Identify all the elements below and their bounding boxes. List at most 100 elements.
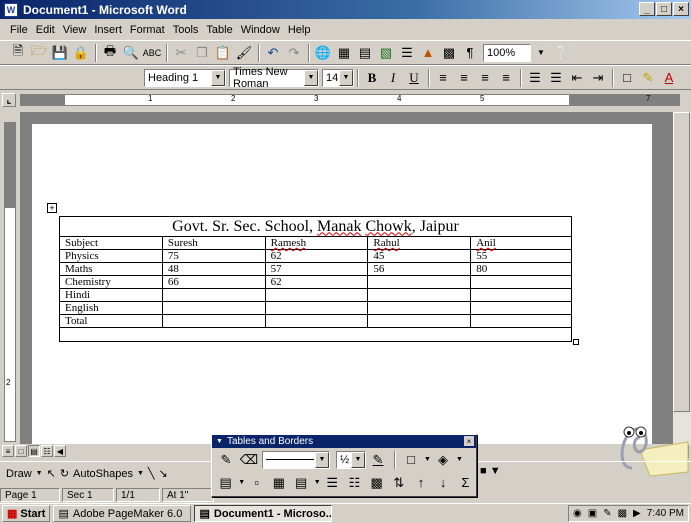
chevron-down-icon[interactable]: ▼	[238, 479, 245, 486]
bold-button[interactable]: B	[362, 68, 382, 88]
table-cell[interactable]: 45	[367, 249, 472, 263]
horizontal-ruler[interactable]: ⌞ 1 2 3 4 5 7	[0, 90, 691, 110]
table-cell[interactable]: 62	[264, 275, 369, 289]
tray-icon[interactable]: ◉	[573, 508, 582, 519]
taskbar-item-pagemaker[interactable]: ▤ Adobe PageMaker 6.0	[53, 505, 192, 522]
spelling-icon[interactable]: ABC	[142, 43, 162, 63]
menu-help[interactable]: Help	[284, 24, 315, 36]
italic-button[interactable]: I	[383, 68, 403, 88]
table-cell[interactable]	[470, 275, 572, 289]
menu-file[interactable]: File	[6, 24, 32, 36]
table-cell[interactable]: Ramesh	[264, 236, 369, 250]
menu-insert[interactable]: Insert	[90, 24, 126, 36]
sort-descending-icon[interactable]: ↓	[434, 473, 453, 493]
table-cell[interactable]: Chemistry	[59, 275, 163, 289]
outside-border-icon[interactable]: □	[401, 450, 421, 470]
increase-indent-icon[interactable]: ⇥	[588, 68, 608, 88]
borders-icon[interactable]: □	[617, 68, 637, 88]
undo-icon[interactable]: ↶	[263, 43, 283, 63]
table-title-cell[interactable]: Govt. Sr. Sec. School, Manak Chowk, Jaip…	[59, 216, 572, 237]
table-cell[interactable]: 56	[367, 262, 472, 276]
draw-table-icon[interactable]: ✎	[216, 450, 236, 470]
justify-icon[interactable]: ≡	[496, 68, 516, 88]
page[interactable]: + Govt. Sr. Sec. School, Manak Chowk, Ja…	[32, 124, 652, 444]
chevron-down-icon[interactable]: ▼	[216, 438, 223, 445]
tray-icon[interactable]: ▩	[618, 508, 627, 519]
scroll-thumb[interactable]	[673, 112, 690, 412]
close-button[interactable]: ×	[673, 2, 689, 16]
tables-borders-toolbar[interactable]: ▼ Tables and Borders × ✎ ⌫ ▼ ½ ▼ ✎ □ ▼ ◈…	[211, 434, 477, 497]
table-cell[interactable]	[59, 327, 572, 342]
vertical-scrollbar[interactable]	[673, 112, 691, 444]
vertical-ruler[interactable]: 2	[0, 112, 20, 442]
eraser-icon[interactable]: ⌫	[239, 450, 259, 470]
distribute-rows-icon[interactable]: ☰	[323, 473, 342, 493]
font-color-icon[interactable]: A	[659, 68, 679, 88]
restore-button[interactable]: □	[656, 2, 672, 16]
table-cell[interactable]	[367, 288, 472, 302]
table-cell[interactable]	[161, 314, 266, 328]
free-rotate-icon[interactable]: ↻	[60, 467, 69, 480]
cut-icon[interactable]: ✂	[171, 43, 191, 63]
distribute-columns-icon[interactable]: ☷	[345, 473, 364, 493]
table-cell[interactable]	[264, 288, 369, 302]
chevron-down-icon[interactable]: ▼	[351, 451, 365, 468]
underline-button[interactable]: U	[404, 68, 424, 88]
table-cell[interactable]	[367, 301, 472, 315]
table-cell[interactable]: English	[59, 301, 163, 315]
toolbar-titlebar[interactable]: ▼ Tables and Borders ×	[212, 435, 476, 448]
table-cell[interactable]: 80	[470, 262, 572, 276]
print-preview-icon[interactable]: 🔍	[121, 43, 141, 63]
chevron-down-icon[interactable]: ▼	[36, 470, 43, 477]
merge-cells-icon[interactable]: ▫	[247, 473, 266, 493]
numbering-icon[interactable]: ☰	[525, 68, 545, 88]
align-left-icon[interactable]: ≡	[433, 68, 453, 88]
zoom-combo[interactable]: 100%	[483, 43, 531, 62]
3d-style-icon[interactable]: ■ ▼	[480, 465, 501, 477]
taskbar-item-word[interactable]: ▤ Document1 - Microso...	[194, 505, 333, 522]
select-objects-icon[interactable]: ↖	[47, 467, 56, 480]
zoom-dropdown-icon[interactable]: ▼	[531, 43, 551, 63]
clock[interactable]: 7:40 PM	[647, 508, 684, 519]
save-icon[interactable]: 💾	[50, 43, 70, 63]
minimize-button[interactable]: _	[639, 2, 655, 16]
bullets-icon[interactable]: ☰	[546, 68, 566, 88]
chevron-down-icon[interactable]: ▼	[137, 470, 144, 477]
scroll-left-icon[interactable]: ◀	[54, 445, 66, 457]
document-area[interactable]: + Govt. Sr. Sec. School, Manak Chowk, Ja…	[20, 112, 673, 444]
autoshapes-menu[interactable]: AutoShapes	[73, 468, 133, 480]
autoformat-icon[interactable]: ▩	[367, 473, 386, 493]
web-layout-icon[interactable]: □	[15, 445, 27, 457]
columns-icon[interactable]: ☰	[397, 43, 417, 63]
font-size-combo[interactable]: 14 ▼	[322, 68, 354, 87]
table-move-handle-icon[interactable]: +	[47, 203, 57, 213]
chevron-down-icon[interactable]: ▼	[211, 69, 225, 86]
table-cell[interactable]	[161, 301, 266, 315]
tray-icon[interactable]: ✎	[603, 508, 611, 519]
line-icon[interactable]: ╲	[148, 467, 155, 480]
start-button[interactable]: ▦ Start	[2, 505, 51, 522]
drawing-icon[interactable]: ▲	[418, 43, 438, 63]
table-cell[interactable]	[470, 314, 572, 328]
align-right-icon[interactable]: ≡	[475, 68, 495, 88]
table-cell[interactable]	[264, 301, 369, 315]
table-cell[interactable]	[264, 314, 369, 328]
table-cell[interactable]: 57	[264, 262, 369, 276]
help-icon[interactable]: ❔	[552, 43, 572, 63]
redo-icon[interactable]: ↷	[284, 43, 304, 63]
table-cell[interactable]: 66	[161, 275, 266, 289]
table-cell[interactable]: Suresh	[161, 236, 266, 250]
insert-table-icon[interactable]: ▤	[355, 43, 375, 63]
align-center-icon[interactable]: ≡	[454, 68, 474, 88]
table-cell[interactable]: 55	[470, 249, 572, 263]
table-cell[interactable]: Rahul	[367, 236, 472, 250]
border-color-icon[interactable]: ✎	[368, 450, 388, 470]
permission-icon[interactable]: 🔒	[71, 43, 91, 63]
highlight-icon[interactable]: ✎	[638, 68, 658, 88]
text-direction-icon[interactable]: ⇅	[389, 473, 408, 493]
chevron-down-icon[interactable]: ▼	[339, 69, 353, 86]
table-cell[interactable]: Subject	[59, 236, 163, 250]
print-layout-icon[interactable]: ▤	[28, 445, 40, 457]
chevron-down-icon[interactable]: ▼	[456, 456, 463, 463]
align-icon[interactable]: ▤	[292, 473, 311, 493]
